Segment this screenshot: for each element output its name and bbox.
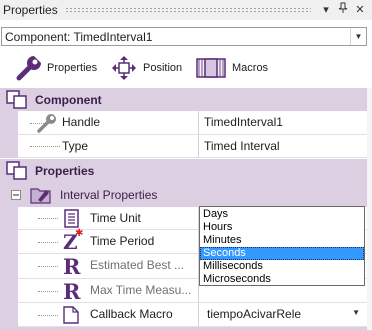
chevron-down-icon[interactable]: ▼: [352, 308, 360, 317]
tree-gutter: [0, 207, 18, 330]
document-icon: [63, 306, 79, 324]
close-icon[interactable]: ✕: [352, 2, 368, 18]
edit-mark-icon: ✱: [75, 228, 84, 239]
panel-title-bar: Properties ▾ ✕: [0, 0, 372, 20]
panel-title: Properties: [3, 3, 58, 17]
copy-pages-icon: [6, 90, 27, 109]
tree-connector: [38, 315, 58, 316]
tree-connector: [38, 266, 58, 267]
pin-icon[interactable]: [335, 2, 351, 18]
r-variable-icon: R: [63, 254, 81, 279]
folder-edit-icon: [30, 188, 51, 204]
property-value[interactable]: Timed Interval: [204, 139, 280, 153]
section-header-component[interactable]: Component: [0, 88, 367, 111]
tab-macros-label: Macros: [232, 62, 269, 74]
chevron-down-icon[interactable]: ▼: [350, 28, 366, 45]
property-name: Callback Macro: [90, 307, 173, 321]
property-name: Time Unit: [90, 211, 141, 225]
dropdown-option-hours[interactable]: Hours: [200, 221, 364, 234]
section-title-component: Component: [35, 93, 102, 107]
copy-pages-icon: [6, 161, 27, 180]
tab-position[interactable]: Position: [111, 54, 191, 84]
section-header-properties[interactable]: Properties: [0, 159, 367, 182]
collapse-icon[interactable]: [11, 190, 21, 200]
tab-position-label: Position: [143, 62, 183, 74]
property-name: Max Time Measu...: [90, 283, 192, 297]
callback-macro-value: tiempoAcivarRele: [207, 307, 302, 321]
pin-icon-glyph: [338, 2, 348, 13]
document-lines-icon: [64, 209, 79, 228]
component-selector[interactable]: Component: TimedInterval1 ▼: [1, 27, 367, 46]
dropdown-option-seconds[interactable]: Seconds: [200, 247, 364, 260]
component-selector-value: Component: TimedInterval1: [5, 30, 153, 44]
tab-properties[interactable]: Properties: [14, 54, 106, 84]
tree-connector: [38, 291, 58, 292]
r-variable-icon: R: [63, 279, 81, 304]
vertical-scrollbar[interactable]: [367, 88, 372, 330]
dropdown-arrow-icon[interactable]: ▾: [318, 2, 334, 18]
property-value[interactable]: TimedInterval1: [204, 115, 283, 129]
dropdown-option-milliseconds[interactable]: Milliseconds: [200, 260, 364, 273]
tree-connector: [30, 146, 60, 147]
tree-connector: [38, 218, 58, 219]
macro-icon: [196, 58, 226, 78]
move-arrows-icon: [112, 56, 136, 80]
tab-macros[interactable]: Macros: [195, 54, 270, 84]
section-title-properties: Properties: [35, 164, 95, 178]
callback-macro-select[interactable]: tiempoAcivarRele ▼: [200, 303, 364, 325]
time-unit-dropdown[interactable]: Days Hours Minutes Seconds Milliseconds …: [199, 206, 365, 286]
property-name: Estimated Best ...: [90, 258, 185, 272]
wrench-icon: [16, 56, 41, 81]
dropdown-option-days[interactable]: Days: [200, 208, 364, 221]
property-name: Handle: [62, 115, 101, 129]
drag-grip[interactable]: [65, 7, 311, 13]
dropdown-option-minutes[interactable]: Minutes: [200, 234, 364, 247]
property-name: Type: [62, 139, 89, 153]
dropdown-option-microseconds[interactable]: Microseconds: [200, 273, 364, 286]
property-name: Time Period: [90, 234, 155, 248]
column-divider: [198, 111, 199, 158]
group-row-interval-properties[interactable]: Interval Properties: [0, 182, 367, 207]
property-row-type[interactable]: Type Timed Interval: [18, 135, 367, 158]
tree-connector: [38, 242, 58, 243]
property-row-handle[interactable]: Handle TimedInterval1: [18, 111, 367, 135]
wrench-icon: [37, 114, 56, 133]
tab-properties-label: Properties: [47, 62, 98, 74]
tree-gutter: [0, 111, 18, 158]
group-title: Interval Properties: [60, 188, 158, 202]
